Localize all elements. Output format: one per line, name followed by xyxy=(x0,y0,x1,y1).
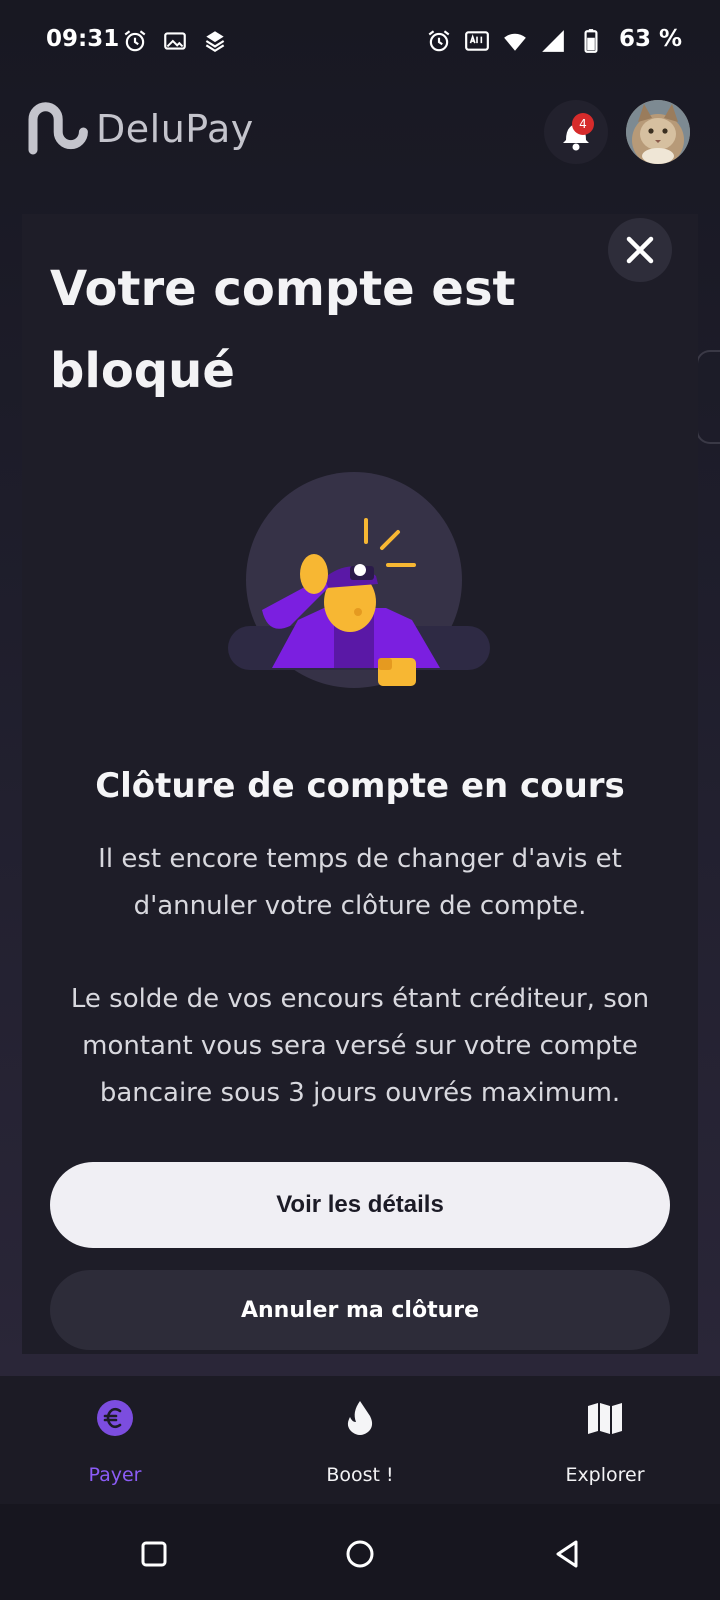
system-nav-bar xyxy=(0,1504,720,1600)
status-time: 09:31 xyxy=(46,26,120,52)
nav-label-boost: Boost ! xyxy=(326,1464,394,1486)
nav-item-boost[interactable]: Boost ! xyxy=(270,1376,450,1504)
wifi-icon xyxy=(504,33,526,51)
nav-item-explorer[interactable]: Explorer xyxy=(515,1376,695,1504)
logo-text: DeluPay xyxy=(96,107,254,151)
flame-icon xyxy=(347,1401,373,1435)
image-icon xyxy=(164,32,186,50)
cat-avatar-image xyxy=(626,100,690,164)
view-details-button[interactable]: Voir les détails xyxy=(50,1162,670,1248)
notification-badge: 4 xyxy=(572,113,594,135)
nav-label-explorer: Explorer xyxy=(565,1464,645,1486)
battery-icon xyxy=(584,29,598,53)
stack-app-icon xyxy=(205,31,225,53)
euro-icon xyxy=(97,1400,133,1436)
map-icon xyxy=(588,1403,622,1434)
delupay-logo-icon xyxy=(28,102,88,155)
alarm-icon xyxy=(124,30,146,52)
modal-title: Votre compte est bloqué xyxy=(50,261,516,399)
status-bar: 09:31 63 % xyxy=(0,0,720,80)
modal-subtitle: Clôture de compte en cours xyxy=(95,766,625,806)
back-icon[interactable] xyxy=(548,1534,588,1574)
recents-icon[interactable] xyxy=(134,1534,174,1574)
alarm-icon xyxy=(428,30,450,52)
avatar[interactable] xyxy=(626,100,690,164)
battery-percent: 63 % xyxy=(618,26,682,52)
blocked-account-illustration xyxy=(228,472,490,688)
side-handle[interactable] xyxy=(696,350,720,444)
auto-hz-icon xyxy=(465,31,489,51)
modal-paragraph-1: Il est encore temps de changer d'avis et… xyxy=(98,844,622,921)
signal-icon xyxy=(542,30,564,52)
nav-label-payer: Payer xyxy=(88,1464,142,1486)
modal-paragraph-2: Le solde de vos encours étant créditeur,… xyxy=(70,984,650,1108)
nav-item-payer[interactable]: Payer xyxy=(25,1376,205,1504)
app-logo: DeluPay xyxy=(28,96,254,162)
close-button[interactable] xyxy=(608,218,672,282)
close-icon xyxy=(626,236,654,264)
home-icon[interactable] xyxy=(340,1534,380,1574)
cancel-closure-button[interactable]: Annuler ma clôture xyxy=(50,1270,670,1350)
bottom-nav: Payer Boost ! Explorer xyxy=(0,1376,720,1504)
